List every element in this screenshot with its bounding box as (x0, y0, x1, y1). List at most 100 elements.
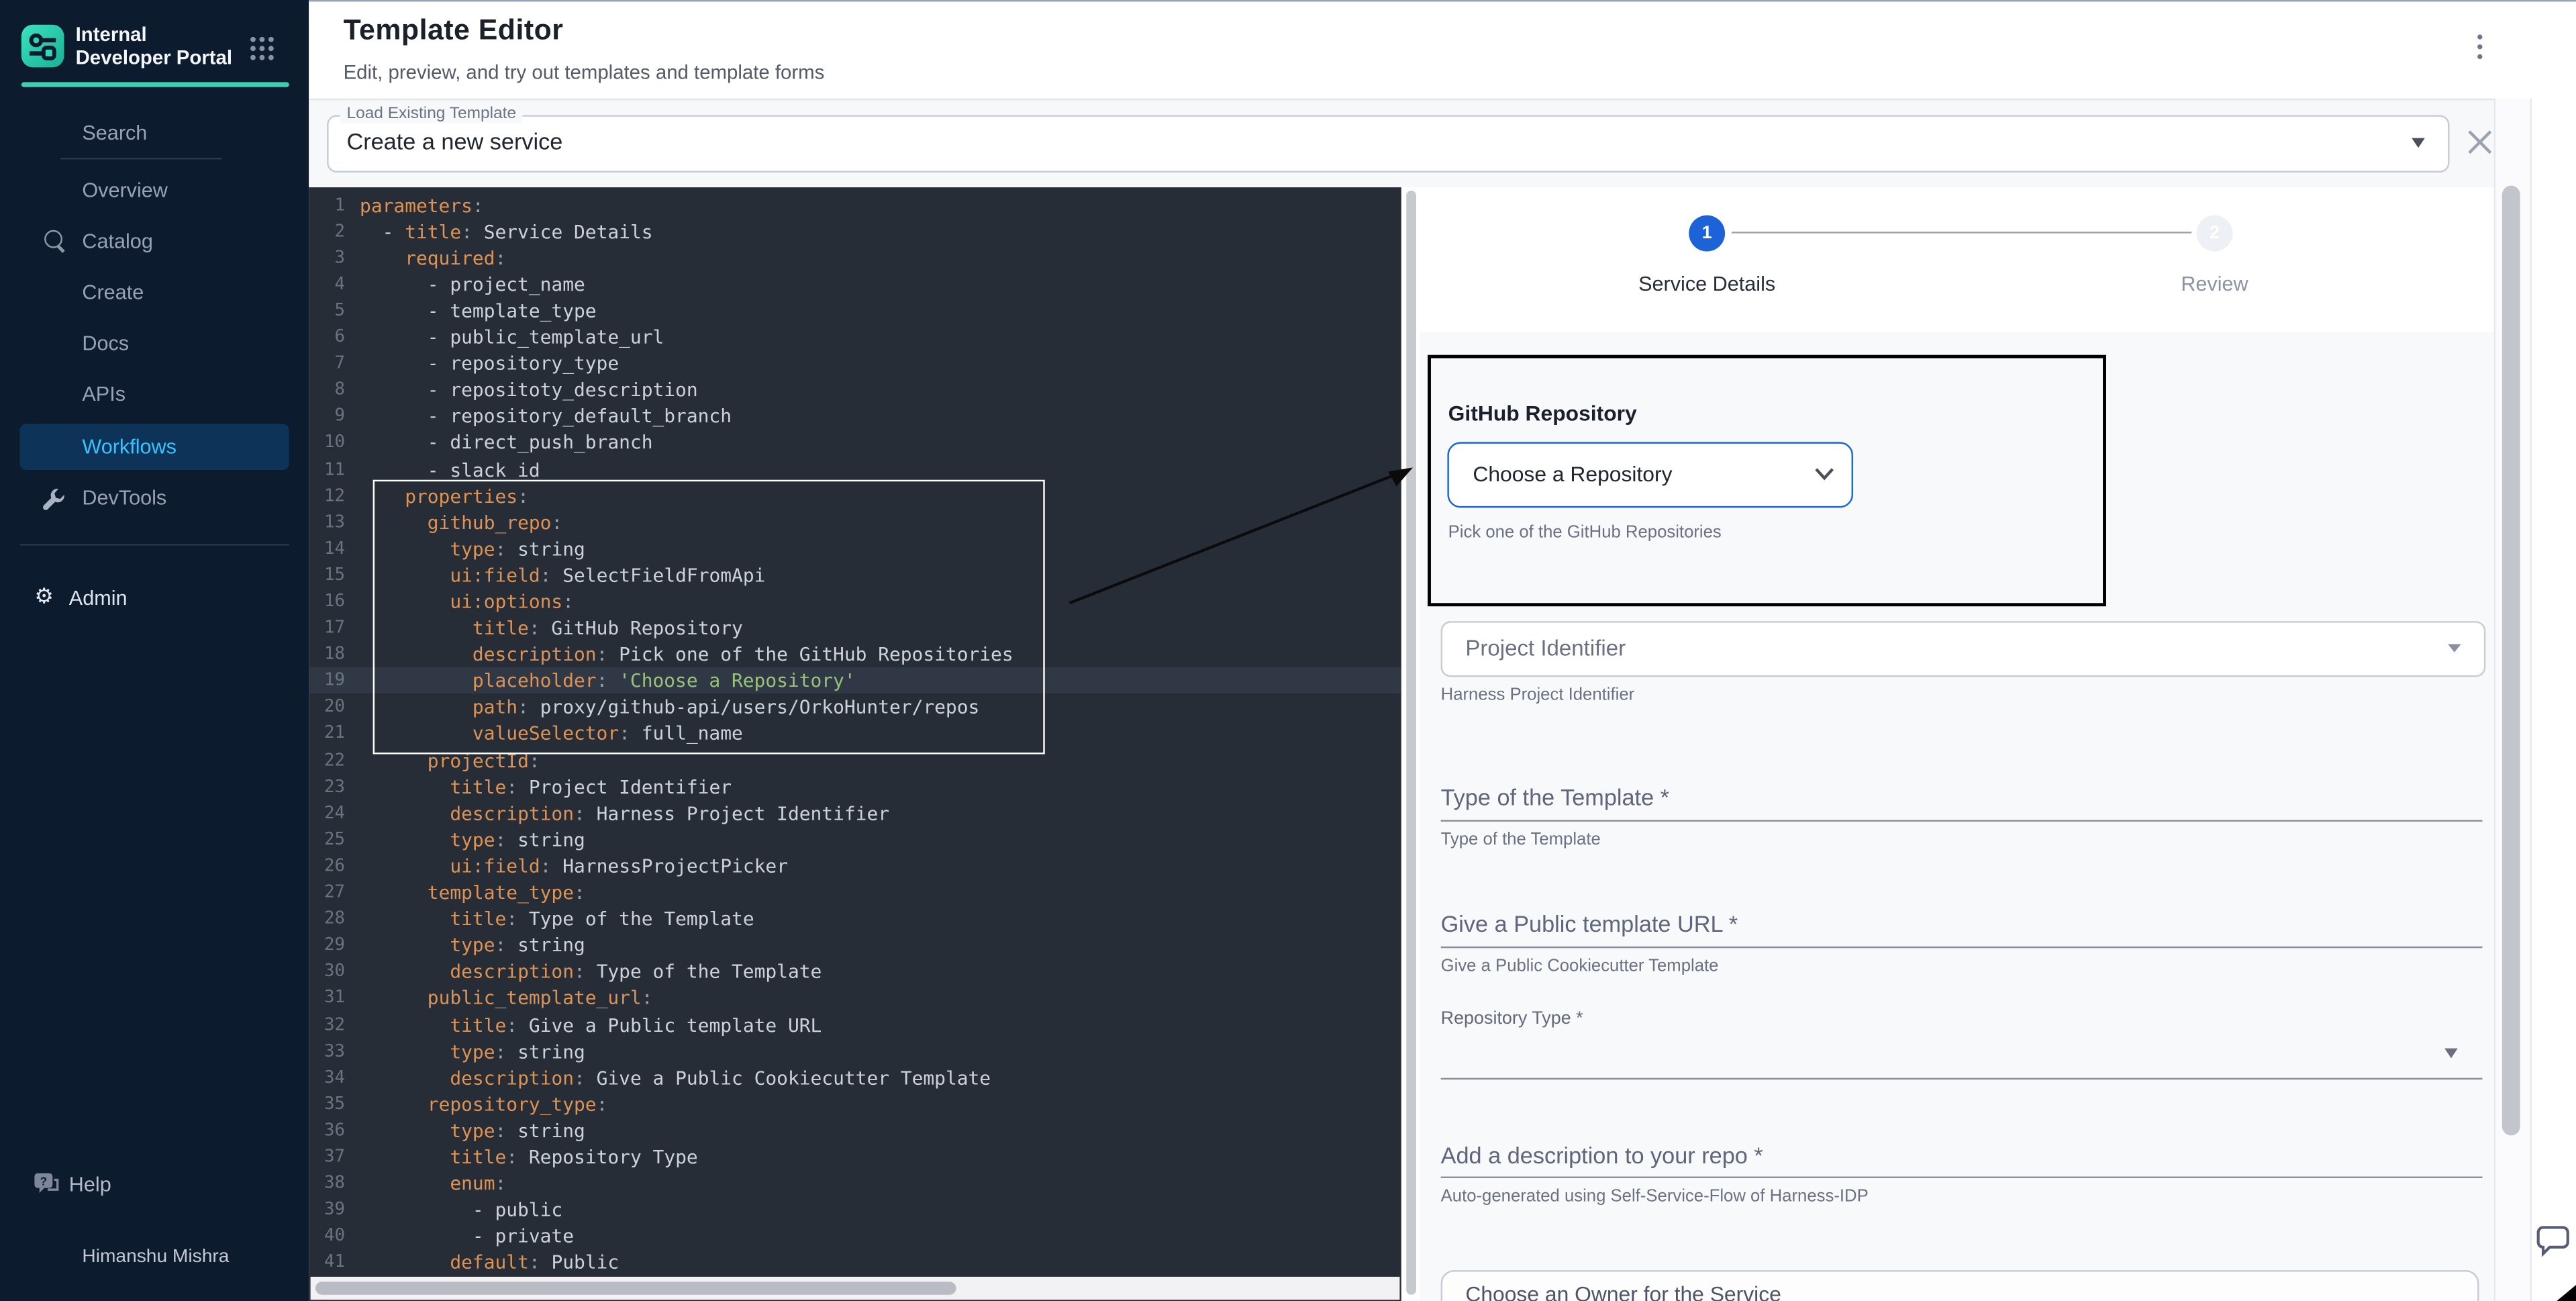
code-line[interactable]: 6 - public_template_url (309, 324, 1401, 350)
code-line[interactable]: 36 type: string (309, 1117, 1401, 1143)
page-title: Template Editor (344, 13, 564, 48)
line-number: 18 (309, 641, 360, 667)
page-header (309, 1, 2576, 98)
repo-description-field-label[interactable]: Add a description to your repo * (1441, 1142, 1763, 1168)
code-line[interactable]: 41 default: Public (309, 1249, 1401, 1275)
code-line[interactable]: 40 - private (309, 1223, 1401, 1249)
line-number: 25 (309, 826, 360, 853)
code-text: required: (360, 244, 506, 271)
github-repository-select-value: Choose a Repository (1473, 462, 1672, 487)
annotation-box-form: GitHub Repository Choose a Repository Pi… (1427, 355, 2106, 606)
wrench-icon (41, 487, 67, 513)
code-line[interactable]: 5 - template_type (309, 297, 1401, 324)
code-line[interactable]: 7 - repository_type (309, 350, 1401, 377)
page-subtitle: Edit, preview, and try out templates and… (344, 61, 825, 84)
sidebar-user[interactable]: HM Himanshu Mishra (0, 1229, 309, 1285)
code-line[interactable]: 2 - title: Service Details (309, 218, 1401, 244)
dropdown-caret-icon[interactable] (2444, 1048, 2458, 1058)
code-text: - title: Service Details (360, 218, 652, 244)
repo-description-underline (1441, 1176, 2483, 1179)
editor-horizontal-scrollbar[interactable] (311, 1276, 1400, 1299)
line-number: 37 (309, 1144, 360, 1170)
code-line[interactable]: 33 type: string (309, 1038, 1401, 1064)
code-line[interactable]: 1parameters: (309, 191, 1401, 218)
close-icon[interactable] (2466, 128, 2494, 156)
github-repository-select[interactable]: Choose a Repository (1446, 442, 1852, 508)
svg-text:?: ? (40, 1174, 47, 1188)
code-line[interactable]: 31 public_template_url: (309, 985, 1401, 1011)
code-text: - repository_default_branch (360, 403, 732, 430)
sidebar-item-search[interactable]: Search (0, 109, 309, 160)
code-line[interactable]: 4 - project_name (309, 271, 1401, 297)
code-line[interactable]: 29 type: string (309, 932, 1401, 958)
chat-widget-icon[interactable] (2533, 1222, 2573, 1259)
line-number: 23 (309, 773, 360, 800)
stepper-step-1[interactable]: 1 (1689, 215, 1725, 251)
line-number: 22 (309, 747, 360, 773)
sidebar-item-overview[interactable]: Overview (0, 166, 309, 217)
load-template-select[interactable] (327, 115, 2449, 173)
kebab-menu-icon[interactable] (2467, 33, 2493, 62)
code-line[interactable]: 34 description: Give a Public Cookiecutt… (309, 1064, 1401, 1090)
code-line[interactable]: 11 - slack_id (309, 456, 1401, 482)
stepper-step-2[interactable]: 2 (2197, 215, 2233, 251)
code-text: public_template_url: (360, 985, 652, 1011)
code-line[interactable]: 38 enum: (309, 1170, 1401, 1196)
template-url-field-label[interactable]: Give a Public template URL * (1441, 910, 1738, 936)
project-identifier-select[interactable]: Project Identifier (1441, 621, 2486, 677)
sidebar-item-label: APIs (82, 383, 126, 407)
code-line[interactable]: 10 - direct_push_branch (309, 430, 1401, 456)
owner-select[interactable]: Choose an Owner for the Service (1441, 1271, 2479, 1301)
code-line[interactable]: 24 description: Harness Project Identifi… (309, 800, 1401, 826)
code-text: - slack_id (360, 456, 540, 482)
code-text: title: Project Identifier (360, 773, 732, 800)
line-number: 34 (309, 1064, 360, 1090)
code-line[interactable]: 9 - repository_default_branch (309, 403, 1401, 430)
code-line[interactable]: 28 title: Type of the Template (309, 906, 1401, 932)
project-identifier-helper: Harness Project Identifier (1441, 685, 1635, 705)
code-line[interactable]: 35 repository_type: (309, 1091, 1401, 1117)
line-number: 27 (309, 879, 360, 906)
sidebar-item-help[interactable]: ? Help (0, 1160, 309, 1211)
code-line[interactable]: 32 title: Give a Public template URL (309, 1012, 1401, 1038)
code-text: template_type: (360, 879, 585, 906)
code-line[interactable]: 27 template_type: (309, 879, 1401, 906)
line-number: 14 (309, 535, 360, 561)
sidebar-item-apis[interactable]: APIs (0, 370, 309, 421)
sidebar-item-catalog[interactable]: Catalog (0, 217, 309, 268)
line-number: 7 (309, 350, 360, 377)
project-identifier-placeholder: Project Identifier (1465, 636, 1626, 661)
page-scrollbar[interactable] (2493, 99, 2530, 1301)
code-line[interactable]: 8 - repositoty_description (309, 377, 1401, 403)
sidebar-item-devtools[interactable]: DevTools (0, 473, 309, 524)
line-number: 2 (309, 218, 360, 244)
code-line[interactable]: 37 title: Repository Type (309, 1144, 1401, 1170)
code-line[interactable]: 26 ui:field: HarnessProjectPicker (309, 853, 1401, 879)
load-template-label: Load Existing Template (340, 105, 523, 124)
sidebar-item-create[interactable]: Create (0, 268, 309, 319)
template-type-field-label[interactable]: Type of the Template * (1441, 784, 1669, 810)
sidebar-item-docs[interactable]: Docs (0, 319, 309, 370)
line-number: 12 (309, 483, 360, 509)
sidebar-item-label: Help (69, 1173, 111, 1198)
code-line[interactable]: 23 title: Project Identifier (309, 773, 1401, 800)
app-switcher-grid-icon[interactable] (250, 36, 275, 69)
code-line[interactable]: 25 type: string (309, 826, 1401, 853)
code-line[interactable]: 39 - public (309, 1196, 1401, 1222)
code-text: description: Give a Public Cookiecutter … (360, 1064, 991, 1090)
code-text: description: Harness Project Identifier (360, 800, 889, 826)
editor-vertical-scrollbar[interactable] (1401, 187, 1420, 1301)
sidebar-item-workflows[interactable]: Workflows (0, 422, 309, 473)
code-text: title: Type of the Template (360, 906, 754, 932)
user-name: Himanshu Mishra (82, 1245, 229, 1269)
search-divider (61, 158, 222, 159)
help-chat-icon: ? (33, 1171, 61, 1198)
stepper-label-review: Review (2116, 272, 2314, 295)
code-text: - direct_push_branch (360, 430, 652, 456)
code-text: - public_template_url (360, 324, 664, 350)
sidebar-divider (19, 544, 289, 545)
code-line[interactable]: 30 description: Type of the Template (309, 959, 1401, 985)
code-line[interactable]: 3 required: (309, 244, 1401, 271)
sidebar-item-admin[interactable]: ⚙ Admin (0, 573, 309, 624)
repo-description-helper: Auto-generated using Self-Service-Flow o… (1441, 1186, 1869, 1206)
